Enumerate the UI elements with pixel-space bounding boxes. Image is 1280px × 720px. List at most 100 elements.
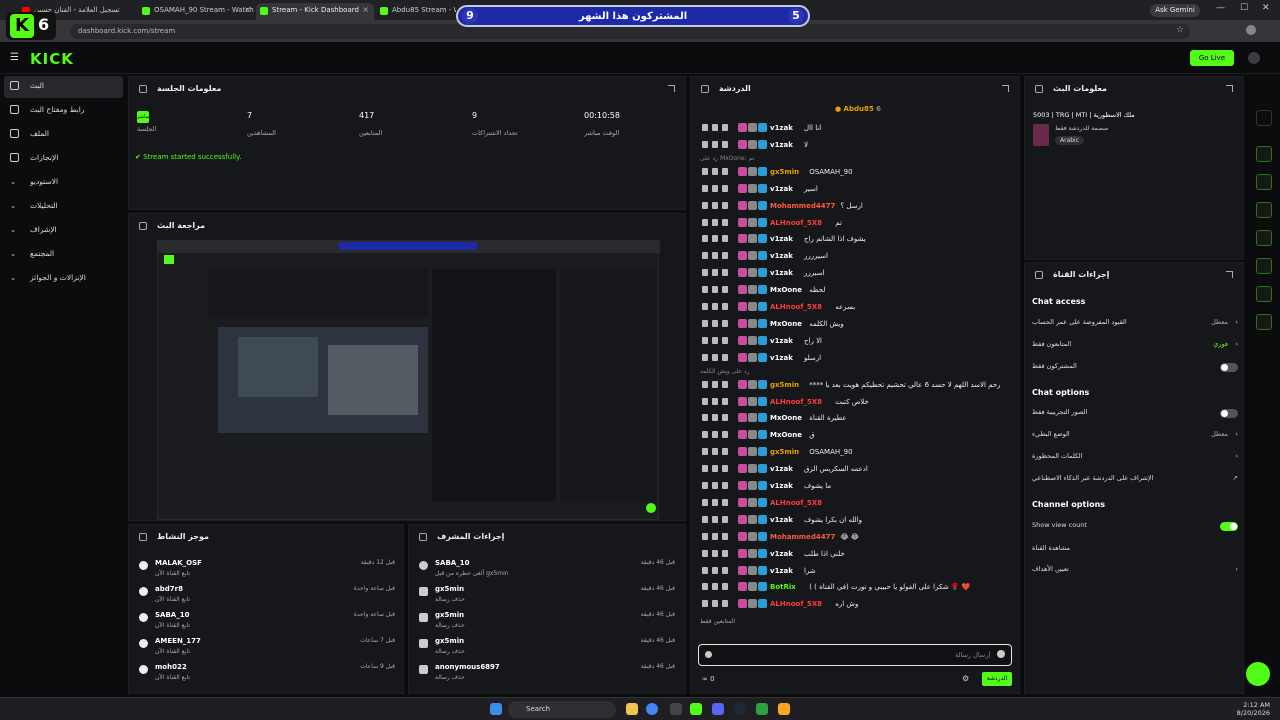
timeout-icon[interactable]	[712, 218, 718, 226]
chat-username[interactable]: v1zak	[770, 235, 793, 243]
sidebar-item-stream-key[interactable]: رابط ومفتاح البث	[4, 100, 123, 122]
ban-icon[interactable]	[722, 600, 728, 608]
chat-message[interactable]: v1zak شرا	[700, 564, 1010, 580]
chat-message[interactable]: v1zak ما يشوف	[700, 479, 1010, 495]
steam-icon[interactable]	[734, 703, 746, 715]
maximize-icon[interactable]: ☐	[1240, 3, 1248, 13]
chat-username[interactable]: MxOone	[770, 286, 802, 294]
chat-username[interactable]: Mohammed4477	[770, 533, 835, 541]
mod-tools[interactable]	[702, 235, 742, 243]
file-explorer-icon[interactable]	[626, 703, 638, 715]
trash-icon[interactable]	[702, 252, 708, 260]
trash-icon[interactable]	[702, 498, 708, 506]
user-avatar[interactable]	[1248, 52, 1260, 64]
settings-gear-icon[interactable]: ⚙	[962, 674, 969, 683]
ban-icon[interactable]	[722, 124, 728, 131]
ban-icon[interactable]	[722, 336, 728, 344]
browser-tab[interactable]: OSAMAH_90 Stream - Watch Li ×	[138, 3, 256, 20]
option-account-age[interactable]: القيود المفروضة على عمر الحساب معطل ›	[1032, 318, 1242, 332]
chat-username[interactable]: ALHnoof_5X8	[770, 600, 822, 608]
layout-icon[interactable]	[1256, 286, 1272, 302]
preview-video[interactable]	[157, 240, 660, 520]
trash-icon[interactable]	[702, 583, 708, 591]
mod-action-user[interactable]: SABA_10	[435, 559, 469, 567]
trash-icon[interactable]	[702, 465, 708, 473]
trash-icon[interactable]	[702, 515, 708, 523]
option-show-view-count[interactable]: Show view count	[1032, 521, 1242, 535]
mod-tools[interactable]	[702, 167, 742, 176]
mod-tools[interactable]	[702, 124, 742, 132]
timeout-icon[interactable]	[712, 235, 718, 243]
chat-message[interactable]: v1zak انا اال	[700, 121, 1010, 137]
view-count-toggle[interactable]	[1220, 522, 1238, 531]
timeout-icon[interactable]	[712, 303, 718, 310]
ban-icon[interactable]	[722, 235, 728, 243]
option-slow-mode[interactable]: الوضع البطيء معطل ›	[1032, 430, 1242, 444]
chat-username[interactable]: v1zak	[770, 252, 793, 260]
chat-username[interactable]: ALHnoof_5X8	[770, 219, 822, 227]
bolt-icon[interactable]	[1256, 174, 1272, 190]
expand-icon[interactable]	[1002, 85, 1009, 92]
ban-icon[interactable]	[722, 448, 728, 456]
option-banned-words[interactable]: الكلمات المحظورة ›	[1032, 452, 1242, 466]
chat-username[interactable]: BotRix	[770, 583, 796, 591]
timeout-icon[interactable]	[712, 319, 718, 327]
chat-message[interactable]: MxOone لحظه	[700, 283, 1010, 299]
timeout-icon[interactable]	[712, 465, 718, 473]
chat-message[interactable]: v1zak لا	[700, 138, 1010, 154]
chat-username[interactable]: MxOone	[770, 320, 802, 328]
windows-start-icon[interactable]	[490, 703, 502, 715]
ban-icon[interactable]	[722, 319, 728, 327]
ban-icon[interactable]	[722, 303, 728, 310]
chat-message[interactable]: MxOone ويش الكلمه	[700, 317, 1010, 333]
chat-username[interactable]: v1zak	[770, 516, 793, 524]
trash-icon[interactable]	[702, 549, 708, 557]
mod-tools[interactable]	[702, 286, 742, 294]
sidebar-item-community[interactable]: ⌄ المجتمع	[4, 244, 123, 266]
pinned-user[interactable]: ● Abdu85 6	[835, 105, 881, 113]
minimize-icon[interactable]: —	[1216, 3, 1225, 13]
chat-message[interactable]: v1zak يشوف اذا الشاتم راح	[700, 232, 1010, 248]
mod-tools[interactable]	[702, 303, 742, 311]
trash-icon[interactable]	[702, 124, 708, 131]
ban-icon[interactable]	[722, 286, 728, 294]
ban-icon[interactable]	[722, 252, 728, 260]
go-live-button[interactable]: Go Live	[1190, 50, 1234, 66]
chat-username[interactable]: v1zak	[770, 185, 793, 193]
ban-icon[interactable]	[722, 167, 728, 175]
trash-icon[interactable]	[702, 140, 708, 148]
chat-username[interactable]: gx5min	[770, 381, 799, 389]
activity-user[interactable]: AMEEN_177	[155, 637, 201, 645]
trash-icon[interactable]	[702, 235, 708, 243]
sidebar-item-profile[interactable]: الملف	[4, 124, 123, 146]
ban-icon[interactable]	[722, 583, 728, 591]
mod-tools[interactable]	[702, 448, 742, 456]
ban-icon[interactable]	[722, 184, 728, 192]
chat-message[interactable]: gx5min OSAMAH_90	[700, 445, 1010, 461]
chat-message[interactable]: v1zak اسيررر	[700, 266, 1010, 282]
chat-message[interactable]: v1zak خلني اذا طلب	[700, 547, 1010, 563]
mod-action-user[interactable]: gx5min	[435, 585, 464, 593]
chat-username[interactable]: Mohammed4477	[770, 202, 835, 210]
ban-icon[interactable]	[722, 397, 728, 405]
timeout-icon[interactable]	[712, 167, 718, 175]
sidebar-item-studio[interactable]: ⌄ الاستوديو	[4, 172, 123, 194]
option-followers-only[interactable]: المتابعون فقط فوري ›	[1032, 340, 1242, 354]
mod-tools[interactable]	[702, 482, 742, 490]
timeout-icon[interactable]	[712, 566, 718, 574]
ban-icon[interactable]	[722, 414, 728, 422]
bookmark-star-icon[interactable]: ☆	[1176, 25, 1184, 35]
mod-tools[interactable]	[702, 319, 742, 328]
chat-username[interactable]: v1zak	[770, 269, 793, 277]
trash-icon[interactable]	[702, 448, 708, 456]
chat-message[interactable]: v1zak ادعمه السكربس الزق	[700, 462, 1010, 478]
mod-tools[interactable]	[702, 566, 742, 575]
chat-username[interactable]: ALHnoof_5X8	[770, 398, 822, 406]
activity-user[interactable]: moh022	[155, 663, 187, 671]
mod-tools[interactable]	[702, 184, 742, 193]
mod-tools[interactable]	[702, 431, 742, 439]
chat-message[interactable]: Mohammed4477 😂 😂	[700, 530, 1010, 546]
chat-username[interactable]: ALHnoof_5X8	[770, 499, 822, 507]
chat-message[interactable]: v1zak اسير	[700, 182, 1010, 198]
trash-icon[interactable]	[702, 532, 708, 540]
